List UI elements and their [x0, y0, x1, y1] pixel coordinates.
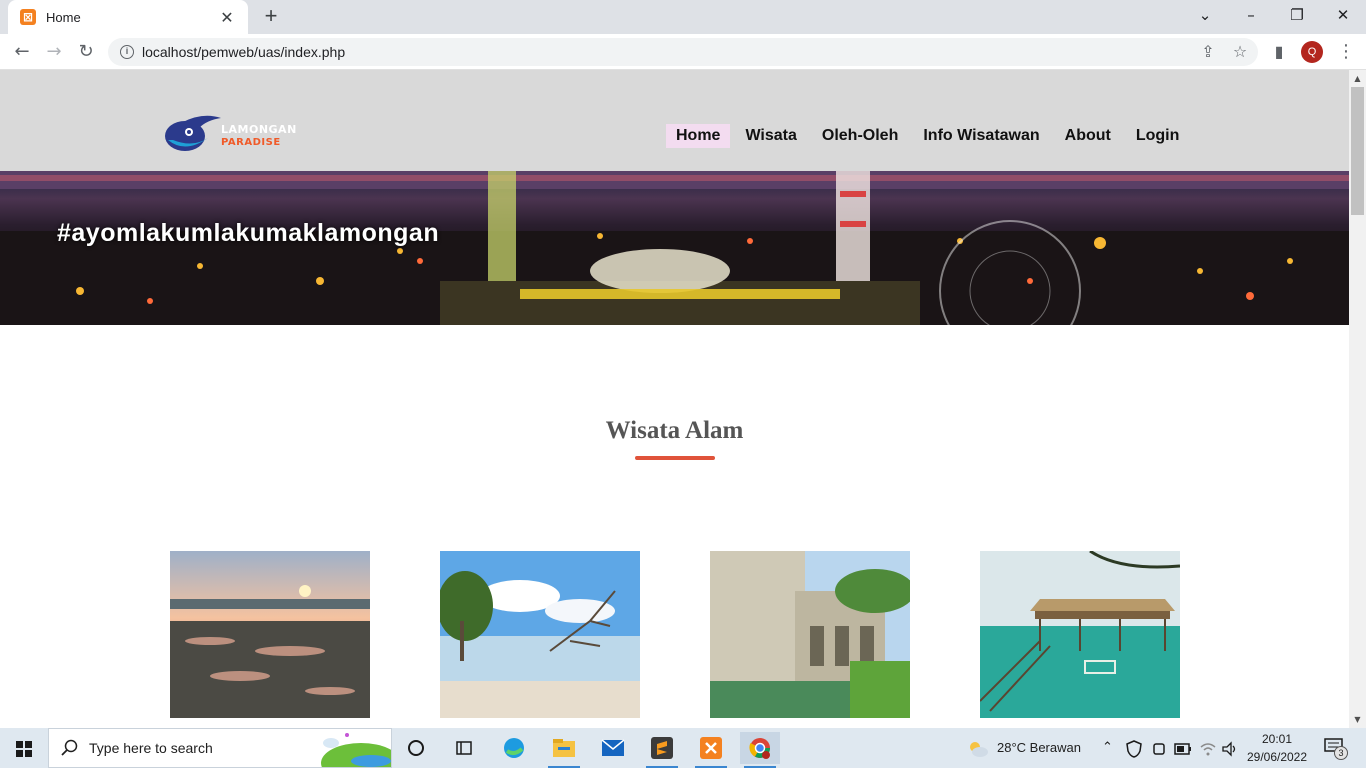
xampp-icon[interactable] — [691, 732, 731, 768]
address-bar[interactable]: i localhost/pemweb/uas/index.php — [108, 38, 1258, 66]
search-icon — [61, 739, 78, 756]
xampp-favicon-icon: ⊠ — [20, 9, 36, 25]
windows-logo-icon — [16, 741, 32, 757]
browser-menu-icon[interactable]: ⋮ — [1336, 40, 1356, 64]
nav-login[interactable]: Login — [1126, 124, 1190, 148]
taskbar-search[interactable]: Type here to search — [48, 728, 392, 768]
minimize-button[interactable]: – — [1228, 0, 1274, 30]
notification-center-icon[interactable]: 3 — [1322, 736, 1352, 762]
weather-icon[interactable] — [966, 728, 990, 768]
battery-icon[interactable] — [1174, 728, 1192, 768]
rocky-beach-photo — [170, 551, 370, 718]
bookmark-star-icon[interactable]: ☆ — [1226, 38, 1254, 66]
scroll-down-icon[interactable]: ▼ — [1349, 711, 1366, 728]
nav-wisata[interactable]: Wisata — [735, 124, 806, 148]
clock-time: 20:01 — [1261, 732, 1293, 746]
browser-tab[interactable]: ⊠ Home ✕ — [8, 0, 248, 34]
defender-shield-icon[interactable] — [1126, 728, 1142, 768]
scroll-thumb[interactable] — [1351, 87, 1364, 215]
night-city-image — [0, 171, 1349, 325]
clock-date: 29/06/2022 — [1246, 750, 1308, 764]
nav-home[interactable]: Home — [666, 124, 731, 148]
site-logo[interactable]: LAMONGAN PARADISE — [163, 110, 303, 158]
beach-tree-photo — [440, 551, 640, 718]
volume-icon[interactable] — [1221, 728, 1239, 768]
page-viewport: LAMONGAN PARADISE Home Wisata Oleh-Oleh … — [0, 70, 1349, 728]
tab-close-icon[interactable]: ✕ — [218, 8, 236, 27]
tray-overflow-chevron-icon[interactable]: ⌃ — [1102, 728, 1113, 768]
browser-tab-strip: ⊠ Home ✕ + ⌄ – ❐ ✕ — [0, 0, 1366, 34]
main-nav: Home Wisata Oleh-Oleh Info Wisatawan Abo… — [666, 124, 1194, 148]
task-view-icon[interactable] — [444, 732, 484, 764]
fish-logo-icon — [165, 115, 221, 151]
mail-icon[interactable] — [593, 732, 633, 764]
tab-title: Home — [46, 9, 81, 25]
scroll-up-icon[interactable]: ▲ — [1349, 70, 1366, 87]
side-panel-icon[interactable]: ▮ — [1265, 38, 1293, 66]
close-window-button[interactable]: ✕ — [1320, 0, 1366, 30]
pier-hut-photo — [980, 551, 1180, 718]
site-info-icon[interactable]: i — [120, 45, 134, 59]
windows-taskbar: Type here to search 28°C Berawan ⌃ 20:01… — [0, 728, 1366, 768]
clock[interactable]: 20:01 29/06/2022 — [1244, 730, 1310, 766]
edge-icon[interactable] — [494, 732, 534, 764]
share-icon[interactable]: ⇪ — [1194, 38, 1222, 66]
profile-avatar[interactable]: Q — [1301, 41, 1323, 63]
wisata-card-2[interactable] — [440, 551, 640, 718]
logo-line2: PARADISE — [221, 137, 281, 148]
wisata-card-1[interactable] — [170, 551, 370, 718]
chrome-icon[interactable] — [740, 732, 780, 768]
wisata-card-4[interactable] — [980, 551, 1180, 718]
browser-toolbar: ← → ↻ i localhost/pemweb/uas/index.php ⇪… — [0, 34, 1366, 70]
wisata-card-3[interactable] — [710, 551, 910, 718]
title-underline — [635, 456, 715, 460]
restore-button[interactable]: ❐ — [1274, 0, 1320, 30]
back-button[interactable]: ← — [8, 38, 36, 66]
nav-oleh-oleh[interactable]: Oleh-Oleh — [812, 124, 908, 148]
meet-now-icon[interactable] — [1152, 728, 1166, 768]
file-explorer-icon[interactable] — [544, 732, 584, 768]
hero-hashtag: #ayomlakumlakumaklamongan — [57, 219, 440, 247]
nav-about[interactable]: About — [1055, 124, 1121, 148]
site-header: LAMONGAN PARADISE Home Wisata Oleh-Oleh … — [0, 70, 1349, 171]
sublime-text-icon[interactable] — [642, 732, 682, 768]
new-tab-button[interactable]: + — [258, 4, 284, 30]
section-title: Wisata Alam — [605, 417, 744, 444]
reload-button[interactable]: ↻ — [72, 38, 100, 66]
logo-line1: LAMONGAN — [221, 123, 297, 136]
start-button[interactable] — [0, 728, 48, 768]
search-highlight-illustration — [321, 733, 391, 767]
search-placeholder: Type here to search — [89, 740, 213, 756]
forward-button[interactable]: → — [40, 38, 68, 66]
wifi-icon[interactable] — [1199, 728, 1217, 768]
nav-info-wisatawan[interactable]: Info Wisatawan — [913, 124, 1049, 148]
cortana-icon[interactable] — [396, 732, 436, 764]
hero-banner: #ayomlakumlakumaklamongan — [0, 171, 1349, 325]
limestone-quarry-photo — [710, 551, 910, 718]
tab-search-chevron-icon[interactable]: ⌄ — [1182, 0, 1228, 30]
page-scrollbar[interactable]: ▲ ▼ — [1349, 70, 1366, 728]
notification-badge: 3 — [1334, 746, 1348, 760]
weather-text[interactable]: 28°C Berawan — [997, 728, 1081, 768]
url-text[interactable]: localhost/pemweb/uas/index.php — [142, 44, 345, 60]
